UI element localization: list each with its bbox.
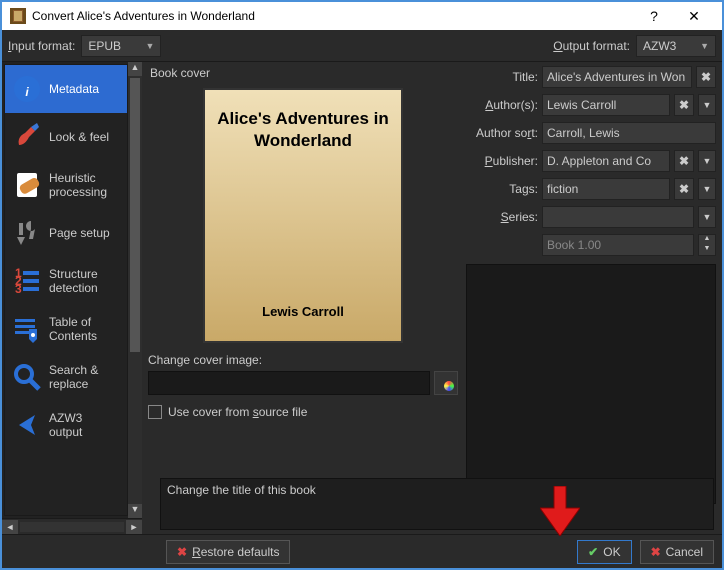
tags-input[interactable]: fiction	[542, 178, 670, 200]
tags-label: Tags:	[466, 182, 538, 196]
close-icon: ✖	[651, 545, 661, 559]
sidebar-item-label: Structure detection	[49, 267, 119, 296]
sidebar: i Metadata Look & feel Heuristic process…	[2, 62, 142, 534]
tags-dropdown[interactable]: ▼	[698, 178, 716, 200]
output-format-label: Output format:	[553, 39, 630, 53]
sidebar-item-look-feel[interactable]: Look & feel	[5, 113, 127, 161]
comments-box[interactable]	[466, 264, 716, 504]
titlebar: Convert Alice's Adventures in Wonderland…	[2, 2, 722, 30]
cover-path-input[interactable]	[148, 371, 430, 395]
sidebar-item-label: Look & feel	[49, 130, 109, 144]
sidebar-item-label: Heuristic processing	[49, 171, 119, 200]
sidebar-item-label: Page setup	[49, 226, 110, 240]
close-icon: ✖	[177, 545, 187, 559]
arrow-left-icon	[13, 411, 41, 439]
publisher-label: Publisher:	[466, 154, 538, 168]
hint-bar: Change the title of this book	[160, 478, 714, 530]
book-index-spinner[interactable]: ▲▼	[698, 234, 716, 256]
restore-defaults-button[interactable]: ✖ Restore defaults	[166, 540, 290, 564]
change-cover-label: Change cover image:	[148, 353, 458, 367]
authorsort-input[interactable]: Carroll, Lewis	[542, 122, 716, 144]
cover-preview: Alice's Adventures in Wonderland Lewis C…	[203, 88, 403, 343]
clear-tags-button[interactable]: ✖	[674, 178, 694, 200]
ok-button[interactable]: ✔ OK	[577, 540, 631, 564]
window-title: Convert Alice's Adventures in Wonderland	[32, 9, 634, 23]
metadata-panel: Title: Alice's Adventures in Won ✖ Autho…	[466, 66, 716, 530]
sidebar-item-structure[interactable]: 123 Structure detection	[5, 257, 127, 305]
sidebar-item-heuristic[interactable]: Heuristic processing	[5, 161, 127, 209]
authorsort-label: Author sort:	[466, 126, 538, 140]
authors-dropdown[interactable]: ▼	[698, 94, 716, 116]
book-cover-label: Book cover	[150, 66, 458, 80]
close-button[interactable]: ✕	[674, 8, 714, 25]
book-index-input[interactable]: Book 1.00	[542, 234, 694, 256]
format-bar: Input format: EPUB ▼ Output format: AZW3…	[2, 30, 722, 62]
clear-authors-button[interactable]: ✖	[674, 94, 694, 116]
brush-icon	[13, 123, 41, 151]
browse-button[interactable]	[434, 371, 458, 395]
input-format-combo[interactable]: EPUB ▼	[81, 35, 161, 57]
scroll-up-icon[interactable]: ▲	[128, 62, 142, 76]
sidebar-vscroll[interactable]: ▲ ▼	[128, 62, 142, 518]
series-label: Series:	[466, 210, 538, 224]
tools-icon	[13, 219, 41, 247]
sidebar-item-label: Table of Contents	[49, 315, 119, 344]
output-format-combo[interactable]: AZW3 ▼	[636, 35, 716, 57]
input-format-value: EPUB	[88, 39, 121, 53]
scroll-down-icon[interactable]: ▼	[128, 504, 142, 518]
authors-label: Author(s):	[466, 98, 538, 112]
input-format-label: Input format:	[8, 39, 75, 53]
help-button[interactable]: ?	[634, 8, 674, 24]
sidebar-item-azw3-output[interactable]: AZW3 output	[5, 401, 127, 449]
title-label: Title:	[466, 70, 538, 84]
sidebar-item-search-replace[interactable]: Search & replace	[5, 353, 127, 401]
bandage-icon	[13, 171, 41, 199]
sidebar-item-label: Search & replace	[49, 363, 119, 392]
authors-input[interactable]: Lewis Carroll	[542, 94, 670, 116]
app-icon	[10, 8, 26, 24]
check-icon: ✔	[588, 545, 598, 559]
scroll-left-icon[interactable]: ◄	[2, 520, 18, 534]
footer: ✖ Restore defaults ✔ OK ✖ Cancel	[2, 534, 722, 568]
sidebar-hscroll[interactable]: ◄ ►	[2, 518, 142, 534]
clear-publisher-button[interactable]: ✖	[674, 150, 694, 172]
hint-text: Change the title of this book	[167, 483, 316, 497]
chevron-down-icon: ▼	[700, 41, 709, 51]
list-number-icon: 123	[13, 267, 41, 295]
info-icon: i	[13, 75, 41, 103]
publisher-input[interactable]: D. Appleton and Co	[542, 150, 670, 172]
sidebar-item-metadata[interactable]: i Metadata	[5, 65, 127, 113]
search-icon	[13, 363, 41, 391]
sidebar-item-label: Metadata	[49, 82, 99, 96]
scroll-thumb[interactable]	[130, 78, 140, 352]
cover-panel: Book cover Alice's Adventures in Wonderl…	[148, 66, 458, 530]
cover-book-title: Alice's Adventures in Wonderland	[205, 90, 401, 152]
output-format-value: AZW3	[643, 39, 676, 53]
chevron-down-icon: ▼	[145, 41, 154, 51]
use-source-label: Use cover from source file	[168, 405, 307, 419]
cover-book-author: Lewis Carroll	[205, 304, 401, 341]
publisher-dropdown[interactable]: ▼	[698, 150, 716, 172]
scroll-right-icon[interactable]: ►	[126, 520, 142, 534]
sidebar-item-page-setup[interactable]: Page setup	[5, 209, 127, 257]
sidebar-item-label: AZW3 output	[49, 411, 119, 440]
series-dropdown[interactable]: ▼	[698, 206, 716, 228]
clear-title-button[interactable]: ✖	[696, 66, 716, 88]
sidebar-item-toc[interactable]: Table of Contents	[5, 305, 127, 353]
svg-text:3: 3	[15, 282, 22, 295]
title-input[interactable]: Alice's Adventures in Won	[542, 66, 692, 88]
cancel-button[interactable]: ✖ Cancel	[640, 540, 714, 564]
use-source-checkbox[interactable]	[148, 405, 162, 419]
series-input[interactable]	[542, 206, 694, 228]
toc-icon	[13, 315, 41, 343]
